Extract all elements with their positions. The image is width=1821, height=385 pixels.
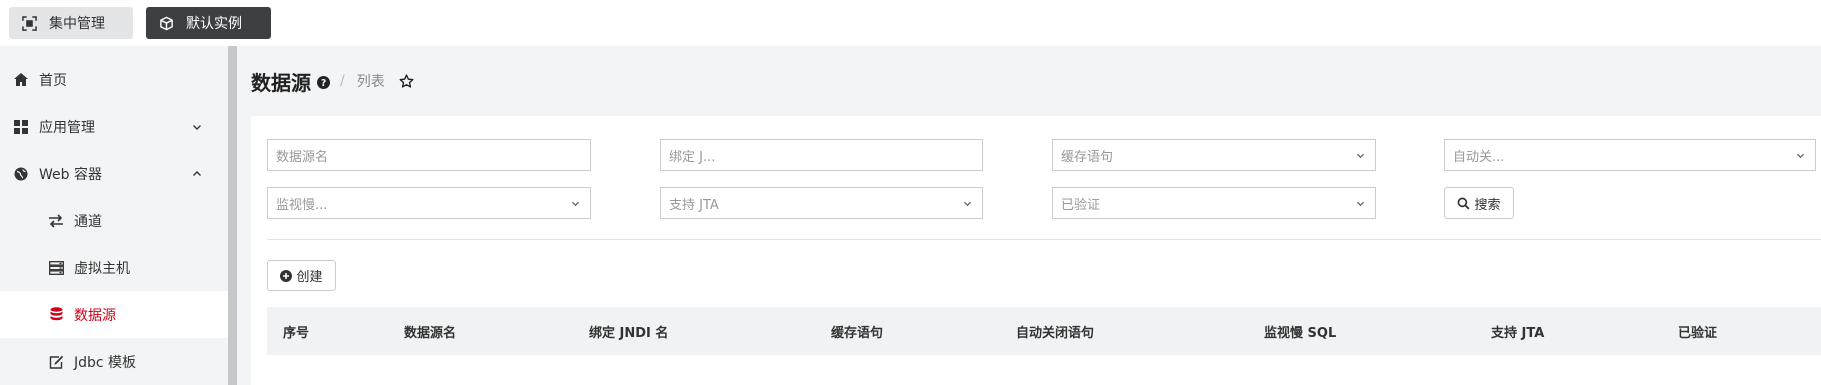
sidebar-item-web-container[interactable]: Web 容器	[0, 150, 228, 197]
divider	[267, 239, 1821, 240]
plus-circle-icon	[280, 269, 293, 282]
sidebar-item-label: 通道	[74, 213, 102, 230]
sidebar-item-datasource[interactable]: 数据源	[0, 291, 228, 338]
home-icon	[13, 72, 29, 88]
cube-icon	[160, 16, 173, 30]
column-header-auto-close[interactable]: 自动关闭语句	[1016, 307, 1094, 355]
page-header: 数据源 ? / 列表	[237, 46, 1821, 116]
globe-icon	[13, 166, 29, 182]
star-icon[interactable]	[399, 73, 414, 89]
breadcrumb[interactable]: 列表	[357, 71, 385, 91]
help-icon[interactable]: ?	[317, 76, 330, 89]
sidebar-item-label: 数据源	[74, 307, 116, 324]
sidebar-item-virtual-host[interactable]: 虚拟主机	[0, 244, 228, 291]
column-header-index[interactable]: 序号	[283, 307, 309, 355]
svg-text:?: ?	[321, 78, 326, 89]
server-icon	[48, 260, 64, 276]
focus-icon	[22, 15, 37, 31]
verified-placeholder: 已验证	[1061, 197, 1101, 213]
column-header-monitor-slow-sql[interactable]: 监视慢 SQL	[1264, 307, 1336, 355]
monitor-slow-select[interactable]: 监视慢...	[267, 187, 591, 219]
column-header-cache-statement[interactable]: 缓存语句	[831, 307, 883, 355]
default-instance-label: 默认实例	[186, 16, 242, 32]
support-jta-placeholder: 支持 JTA	[669, 197, 719, 213]
sidebar-item-label: Web 容器	[39, 166, 102, 183]
monitor-slow-placeholder: 监视慢...	[276, 197, 328, 213]
main-content: 数据源 ? / 列表 数据源名 绑定 J... 缓存语句 自动关... 监视慢.…	[237, 46, 1821, 385]
sidebar-item-label: 应用管理	[39, 119, 95, 136]
column-header-verified[interactable]: 已验证	[1678, 307, 1717, 355]
chevron-down-icon	[193, 124, 201, 130]
sidebar-item-label: Jdbc 模板	[74, 354, 137, 371]
search-label: 搜索	[1474, 197, 1501, 213]
sidebar-item-home[interactable]: 首页	[0, 56, 228, 103]
chevron-down-icon	[1796, 153, 1805, 159]
database-icon	[48, 307, 64, 323]
auto-close-select[interactable]: 自动关...	[1444, 139, 1816, 171]
breadcrumb-separator: /	[340, 73, 345, 89]
chevron-down-icon	[571, 201, 580, 207]
chevron-up-icon	[193, 170, 201, 176]
exchange-icon	[48, 213, 64, 229]
table-header: 序号 数据源名 绑定 JNDI 名 缓存语句 自动关闭语句 监视慢 SQL 支持…	[267, 307, 1821, 355]
verified-select[interactable]: 已验证	[1052, 187, 1376, 219]
central-management-button[interactable]: 集中管理	[9, 7, 133, 39]
search-icon	[1458, 197, 1471, 210]
jndi-name-placeholder: 绑定 J...	[669, 149, 716, 165]
auto-close-placeholder: 自动关...	[1453, 149, 1505, 165]
column-header-support-jta[interactable]: 支持 JTA	[1491, 307, 1544, 355]
sidebar: 首页 应用管理 Web 容器 通道 虚拟主机 数据源 Jdbc 模板	[0, 46, 228, 385]
top-bar: 集中管理 默认实例	[0, 0, 1821, 46]
search-button[interactable]: 搜索	[1444, 187, 1514, 219]
chevron-down-icon	[1356, 153, 1365, 159]
datasource-panel: 数据源名 绑定 J... 缓存语句 自动关... 监视慢... 支持 JTA 已…	[251, 116, 1821, 385]
jndi-name-input[interactable]: 绑定 J...	[660, 139, 983, 171]
chevron-down-icon	[1356, 201, 1365, 207]
sidebar-item-label: 首页	[39, 72, 67, 89]
column-header-datasource-name[interactable]: 数据源名	[404, 307, 456, 355]
create-button[interactable]: 创建	[267, 260, 336, 291]
edit-icon	[48, 354, 64, 370]
cache-statement-select[interactable]: 缓存语句	[1052, 139, 1376, 171]
sidebar-scrollbar[interactable]	[228, 46, 237, 385]
sidebar-item-app-management[interactable]: 应用管理	[0, 103, 228, 150]
datasource-name-placeholder: 数据源名	[276, 149, 329, 165]
datasource-name-input[interactable]: 数据源名	[267, 139, 591, 171]
support-jta-select[interactable]: 支持 JTA	[660, 187, 983, 219]
central-management-label: 集中管理	[49, 16, 105, 32]
sidebar-item-label: 虚拟主机	[74, 260, 130, 277]
sidebar-item-channel[interactable]: 通道	[0, 197, 228, 244]
create-label: 创建	[296, 270, 323, 285]
cache-statement-placeholder: 缓存语句	[1061, 149, 1114, 165]
sidebar-item-jdbc-template[interactable]: Jdbc 模板	[0, 338, 228, 385]
page-title: 数据源	[251, 70, 311, 95]
column-header-jndi-name[interactable]: 绑定 JNDI 名	[589, 307, 668, 355]
chevron-down-icon	[963, 201, 972, 207]
grid-icon	[13, 119, 29, 135]
default-instance-button[interactable]: 默认实例	[146, 7, 271, 39]
